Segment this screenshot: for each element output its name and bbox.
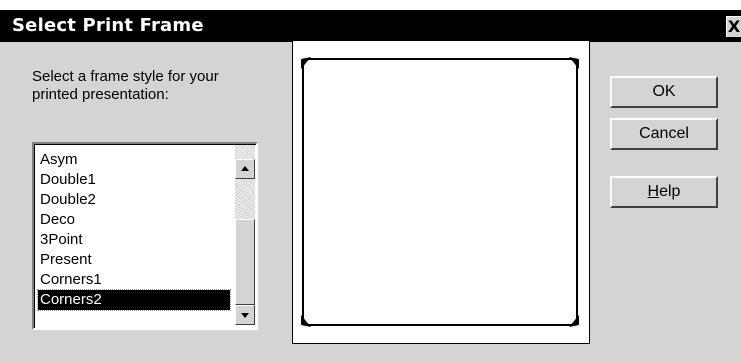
scroll-down-button[interactable] bbox=[235, 305, 255, 325]
window-title: Select Print Frame bbox=[12, 15, 204, 36]
list-scrollbar[interactable] bbox=[235, 145, 255, 325]
ok-button[interactable]: OK bbox=[610, 76, 718, 108]
list-item-present[interactable]: Present bbox=[38, 250, 230, 270]
frame-preview-graphic bbox=[301, 57, 579, 327]
list-item-corners2[interactable]: Corners2 bbox=[37, 289, 231, 311]
close-icon: X bbox=[727, 17, 741, 36]
list-item-asym[interactable]: Asym bbox=[38, 150, 230, 170]
frame-border bbox=[302, 58, 578, 326]
frame-style-list: Asym Double1 Double2 Deco 3Point Present… bbox=[37, 150, 231, 311]
list-item-3point[interactable]: 3Point bbox=[38, 230, 230, 250]
arrow-up-icon bbox=[241, 166, 249, 171]
close-button[interactable]: X bbox=[726, 16, 741, 37]
select-print-frame-dialog: Select Print Frame X Select a frame styl… bbox=[0, 10, 741, 362]
frame-preview bbox=[292, 40, 590, 344]
instruction-line-1: Select a frame style for your bbox=[32, 68, 219, 85]
scroll-thumb[interactable] bbox=[235, 219, 255, 305]
help-button[interactable]: Help bbox=[610, 176, 718, 208]
title-bar[interactable]: Select Print Frame X bbox=[0, 10, 741, 42]
list-item-double2[interactable]: Double2 bbox=[38, 190, 230, 210]
list-item-double1[interactable]: Double1 bbox=[38, 170, 230, 190]
help-mnemonic: H bbox=[647, 183, 660, 200]
frame-corner-top-right bbox=[569, 57, 579, 69]
help-label-rest: elp bbox=[659, 183, 681, 200]
list-item-deco[interactable]: Deco bbox=[38, 210, 230, 230]
frame-style-listbox[interactable]: Asym Double1 Double2 Deco 3Point Present… bbox=[32, 142, 258, 330]
list-item-corners1[interactable]: Corners1 bbox=[38, 270, 230, 290]
scroll-up-button[interactable] bbox=[235, 159, 255, 179]
instruction-label: Select a frame style for your printed pr… bbox=[32, 68, 272, 104]
cancel-button[interactable]: Cancel bbox=[610, 118, 718, 150]
arrow-down-icon bbox=[241, 313, 249, 318]
instruction-line-2: printed presentation: bbox=[32, 86, 169, 103]
frame-corner-top-left bbox=[301, 57, 311, 69]
